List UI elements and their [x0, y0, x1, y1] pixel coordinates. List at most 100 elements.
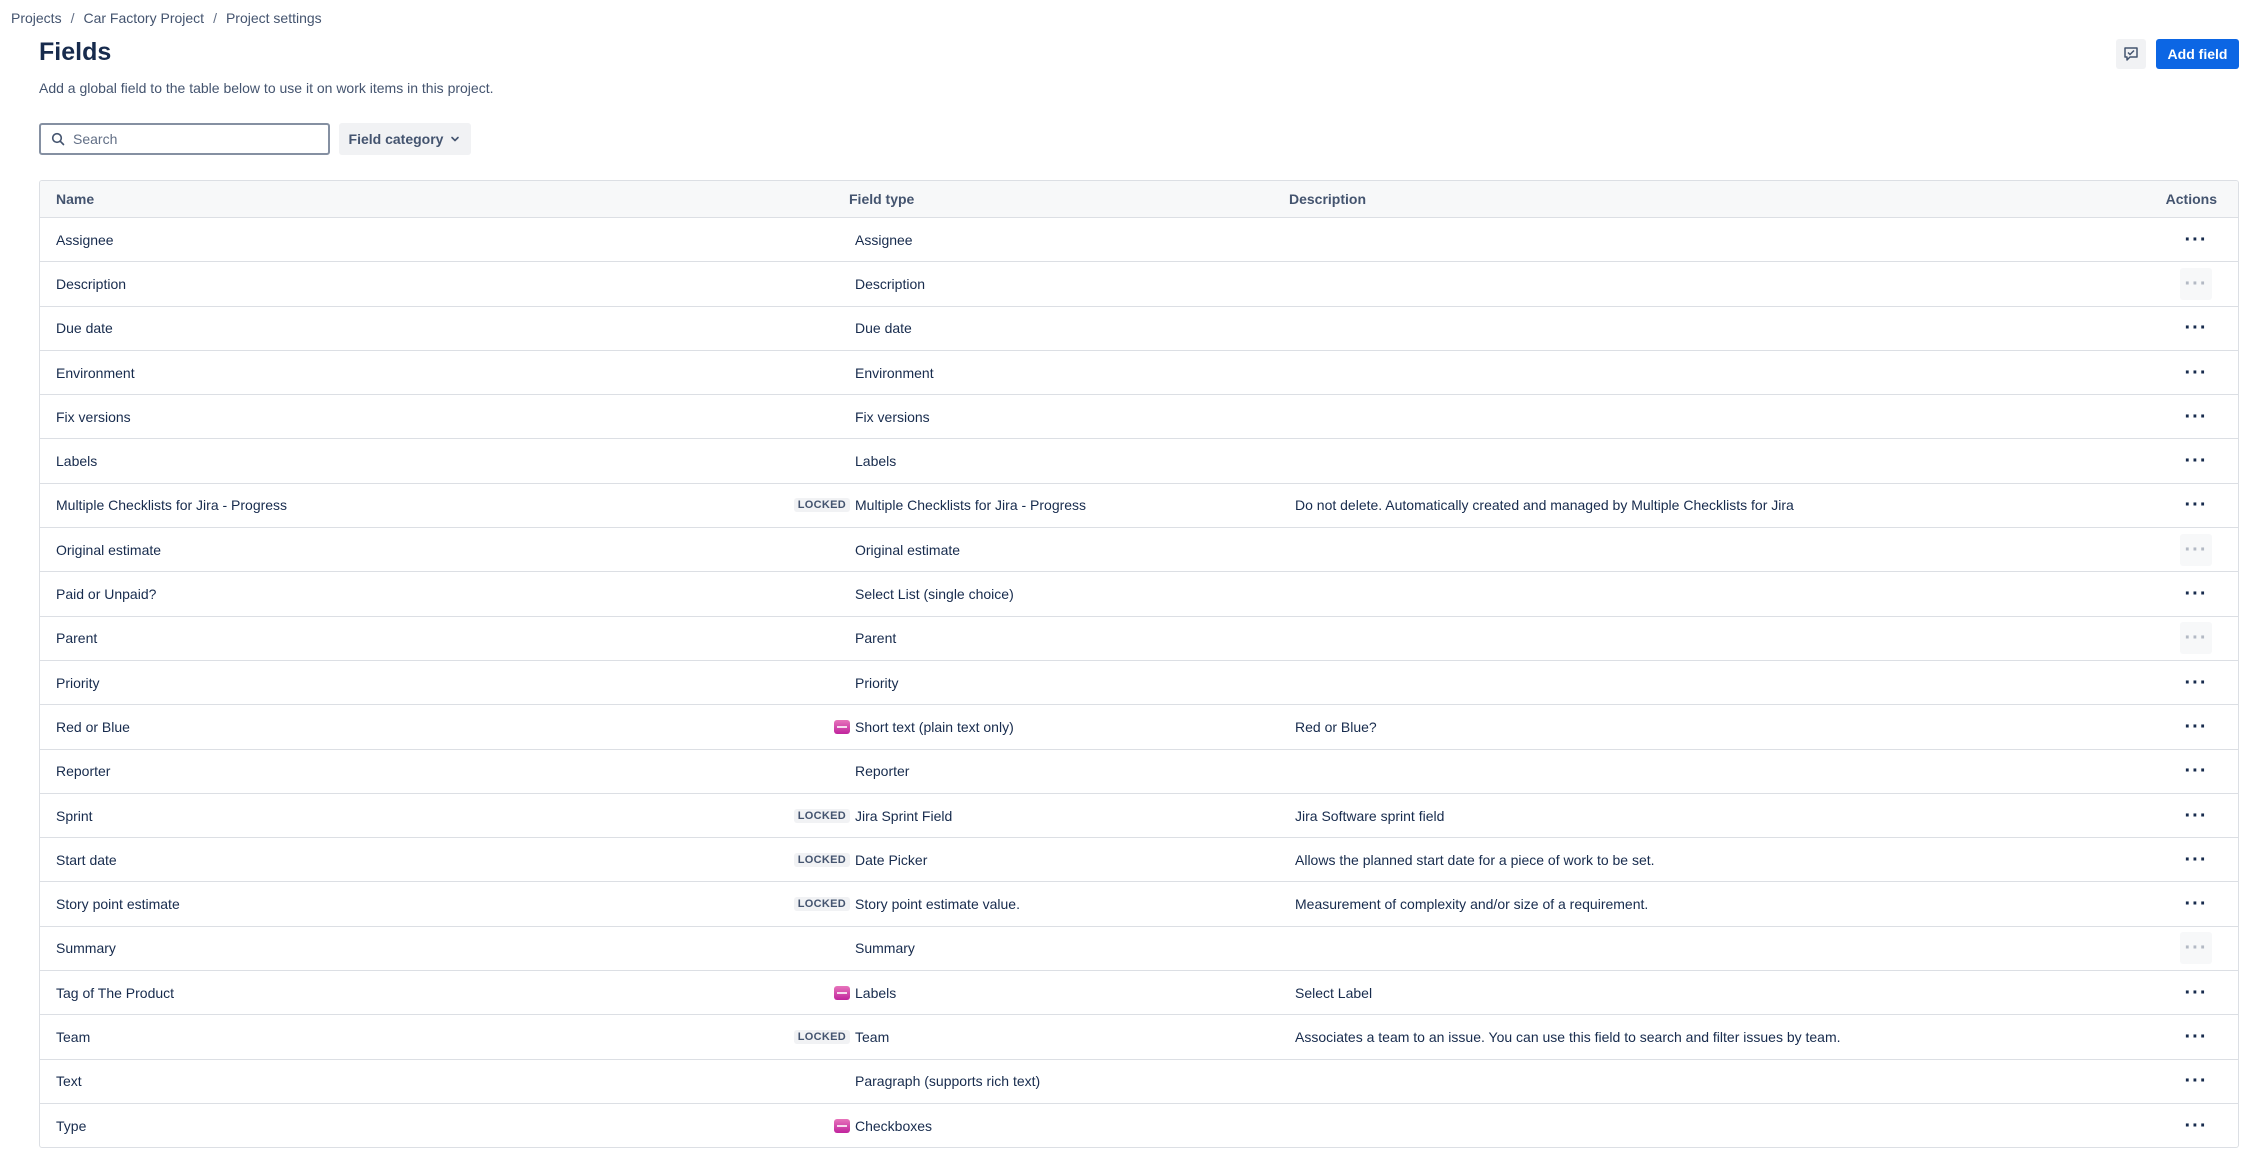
breadcrumb-separator: /: [213, 10, 217, 26]
field-name: Labels: [56, 453, 98, 470]
table-row: Due date Due date ···: [40, 307, 2238, 351]
table-row: Assignee Assignee ···: [40, 218, 2238, 263]
more-actions-button[interactable]: ···: [2180, 578, 2212, 610]
add-field-button[interactable]: Add field: [2156, 39, 2239, 69]
search-input[interactable]: [73, 131, 313, 147]
more-actions-button[interactable]: ···: [2180, 800, 2212, 832]
table-header: Name Field type Description Actions: [40, 181, 2238, 218]
actions-cell: ···: [2180, 395, 2212, 438]
actions-cell: ···: [2180, 882, 2212, 925]
more-actions-button[interactable]: ···: [2180, 401, 2212, 433]
actions-cell: ···: [2180, 218, 2212, 261]
table-row: Type Checkboxes ···: [40, 1104, 2238, 1147]
more-actions-button[interactable]: ···: [2180, 357, 2212, 389]
actions-cell: ···: [2180, 572, 2212, 615]
table-row: Start date LOCKED Date Picker Allows the pl…: [40, 838, 2238, 883]
more-actions-button[interactable]: ···: [2180, 755, 2212, 787]
table-row: Tag of The Product Labels Select Label ···: [40, 971, 2238, 1016]
breadcrumb-project-settings[interactable]: Project settings: [226, 10, 322, 26]
field-type: Assignee: [855, 231, 913, 248]
field-type: Labels: [855, 984, 897, 1001]
search-icon: [51, 132, 65, 146]
more-actions-button: ···: [2180, 533, 2212, 566]
app-badge: [780, 705, 850, 748]
field-name: Assignee: [56, 231, 114, 248]
field-type: Due date: [855, 320, 912, 337]
more-actions-button[interactable]: ···: [2180, 1110, 2212, 1142]
field-category-label: Field category: [348, 131, 444, 147]
more-actions-button[interactable]: ···: [2180, 1065, 2212, 1097]
locked-lozenge: LOCKED: [793, 897, 850, 912]
field-type: Checkboxes: [855, 1118, 933, 1135]
field-name: Priority: [56, 674, 100, 691]
field-name: Summary: [56, 940, 116, 957]
field-name: Tag of The Product: [56, 984, 175, 1001]
locked-lozenge-cell: LOCKED: [780, 794, 850, 837]
breadcrumb-separator: /: [70, 10, 75, 26]
field-type: Multiple Checklists for Jira - Progress: [855, 497, 1087, 514]
field-type: Original estimate: [855, 541, 961, 558]
column-header-description[interactable]: Description: [1289, 191, 1366, 207]
more-actions-button[interactable]: ···: [2180, 224, 2212, 256]
more-actions-button[interactable]: ···: [2180, 445, 2212, 477]
field-name: Reporter: [56, 763, 111, 780]
app-icon: [834, 985, 850, 1000]
actions-cell: ···: [2180, 750, 2212, 793]
more-actions-button[interactable]: ···: [2180, 977, 2212, 1009]
more-actions-button[interactable]: ···: [2180, 1021, 2212, 1053]
field-type: Short text (plain text only): [855, 718, 1014, 735]
field-name: Story point estimate: [56, 896, 180, 913]
field-type: Environment: [855, 364, 934, 381]
field-name: Type: [56, 1118, 87, 1135]
actions-cell: ···: [2180, 971, 2212, 1014]
search-box[interactable]: [39, 123, 330, 155]
column-header-name[interactable]: Name: [56, 191, 94, 207]
field-name: Parent: [56, 630, 98, 647]
field-type: Fix versions: [855, 408, 930, 425]
column-header-field-type[interactable]: Field type: [849, 191, 914, 207]
field-type: Labels: [855, 453, 897, 470]
locked-lozenge: LOCKED: [793, 852, 850, 867]
actions-cell: ···: [2180, 1060, 2212, 1103]
more-actions-button[interactable]: ···: [2180, 844, 2212, 876]
table-row: Priority Priority ···: [40, 661, 2238, 706]
actions-cell: ···: [2180, 307, 2212, 350]
more-actions-button[interactable]: ···: [2180, 312, 2212, 344]
table-row: Multiple Checklists for Jira - Progress L…: [40, 484, 2238, 529]
field-type: Story point estimate value.: [855, 896, 1020, 913]
field-type: Reporter: [855, 763, 910, 780]
table-row: Sprint LOCKED Jira Sprint Field Jira Softwa…: [40, 794, 2238, 839]
more-actions-button[interactable]: ···: [2180, 489, 2212, 521]
field-category-dropdown[interactable]: Field category: [339, 123, 471, 155]
field-name: Description: [56, 275, 127, 292]
app-icon: [834, 719, 850, 734]
more-actions-button[interactable]: ···: [2180, 711, 2212, 743]
fields-table: Name Field type Description Actions Assi…: [39, 180, 2239, 1148]
actions-cell: ···: [2180, 439, 2212, 482]
field-type: Paragraph (supports rich text): [855, 1073, 1041, 1090]
actions-cell: ···: [2180, 528, 2212, 571]
field-name: Text: [56, 1073, 82, 1090]
more-actions-button[interactable]: ···: [2180, 888, 2212, 920]
field-name: Paid or Unpaid?: [56, 586, 157, 603]
locked-lozenge: LOCKED: [793, 808, 850, 823]
field-type: Parent: [855, 630, 897, 647]
breadcrumb-projects[interactable]: Projects: [11, 10, 62, 26]
app-badge: [780, 1104, 850, 1147]
field-type: Jira Sprint Field: [855, 807, 953, 824]
field-type: Date Picker: [855, 851, 928, 868]
breadcrumb-project[interactable]: Car Factory Project: [83, 10, 204, 26]
field-type: Summary: [855, 940, 915, 957]
table-row: Fix versions Fix versions ···: [40, 395, 2238, 440]
field-description: Red or Blue?: [1295, 718, 1377, 735]
more-actions-button[interactable]: ···: [2180, 667, 2212, 699]
field-description: Allows the planned start date for a piec…: [1295, 851, 1655, 868]
feedback-button[interactable]: [2116, 39, 2146, 69]
table-row: Text Paragraph (supports rich text) ···: [40, 1060, 2238, 1104]
table-row: Reporter Reporter ···: [40, 750, 2238, 794]
locked-lozenge-cell: LOCKED: [780, 1015, 850, 1058]
locked-lozenge-cell: LOCKED: [780, 484, 850, 527]
chevron-down-icon: [451, 136, 460, 142]
table-row: Environment Environment ···: [40, 351, 2238, 396]
actions-cell: ···: [2180, 1104, 2212, 1147]
